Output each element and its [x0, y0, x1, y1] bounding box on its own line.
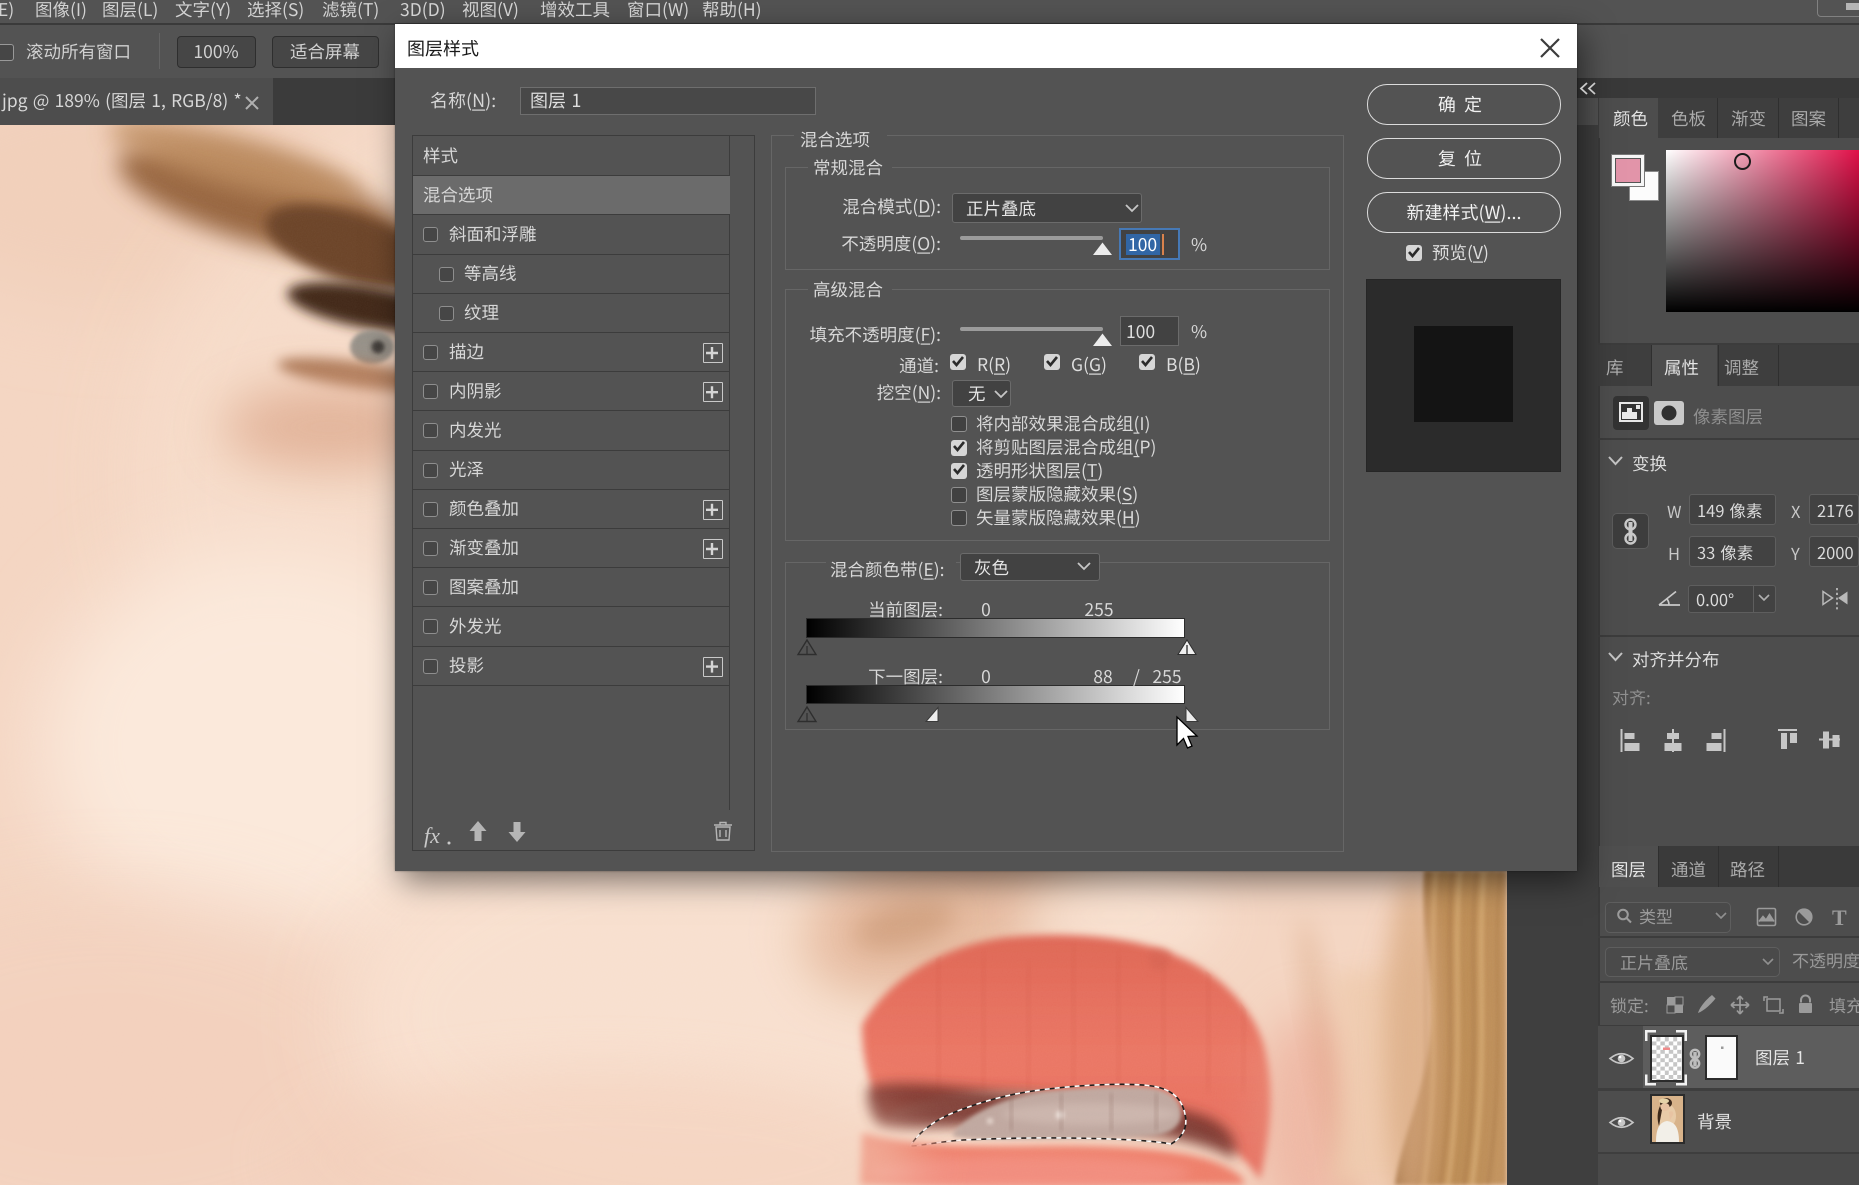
svg-text:fx: fx — [424, 823, 440, 848]
svg-text:T: T — [1832, 905, 1847, 930]
